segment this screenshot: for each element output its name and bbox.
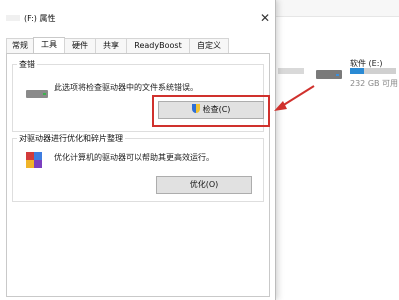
annotation-arrow <box>274 85 315 111</box>
